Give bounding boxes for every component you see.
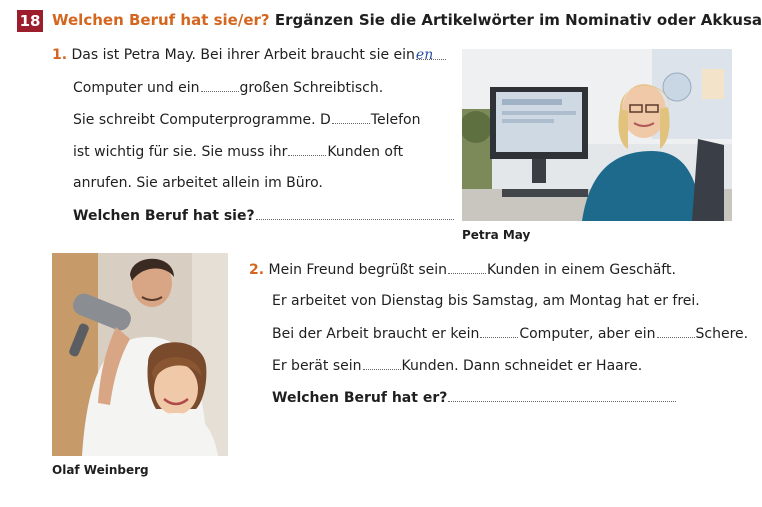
caption-olaf-weinberg: Olaf Weinberg bbox=[52, 463, 149, 477]
ex1-text-4b: Kunden oft bbox=[327, 144, 404, 160]
ex1-line-5: anrufen. Sie arbeitet allein im Büro. bbox=[73, 175, 323, 191]
ex1-blank-2[interactable] bbox=[200, 77, 239, 92]
ex2-line-3: Bei der Arbeit braucht er kein Computer, … bbox=[272, 323, 748, 344]
ex1-blank-1-answer: en bbox=[415, 47, 434, 63]
caption-petra-may: Petra May bbox=[462, 228, 531, 242]
ex2-blank-1[interactable] bbox=[448, 259, 487, 274]
ex2-answer-blank[interactable] bbox=[448, 387, 677, 402]
ex2-text-3b: Computer, aber ein bbox=[519, 326, 656, 342]
ex1-blank-4[interactable] bbox=[288, 141, 327, 156]
ex1-question: Welchen Beruf hat sie? bbox=[73, 208, 255, 224]
ex2-blank-4[interactable] bbox=[362, 355, 401, 370]
office-scene-illustration bbox=[462, 49, 732, 221]
photo-petra-may bbox=[462, 49, 732, 221]
ex1-text-2a: Computer und ein bbox=[73, 80, 200, 96]
ex2-line-4: Er berät sein Kunden. Dann schneidet er H… bbox=[272, 355, 642, 376]
ex2-text-3a: Bei der Arbeit braucht er kein bbox=[272, 326, 480, 342]
ex2-blank-3a[interactable] bbox=[480, 323, 519, 338]
ex2-line-question: Welchen Beruf hat er? bbox=[272, 387, 677, 408]
ex1-text-3b: Telefon bbox=[370, 112, 421, 128]
ex1-line-2: Computer und ein großen Schreibtisch. bbox=[73, 77, 383, 98]
ex2-number: 2. bbox=[249, 262, 265, 278]
exercise-title: Welchen Beruf hat sie/er? Ergänzen Sie d… bbox=[52, 11, 762, 29]
ex1-text-3a: Sie schreibt Computerprogramme. D bbox=[73, 112, 331, 128]
ex1-text-2b: großen Schreibtisch. bbox=[239, 80, 384, 96]
ex2-text-1a: Mein Freund begrüßt sein bbox=[268, 262, 448, 278]
title-question: Welchen Beruf hat sie/er? bbox=[52, 11, 270, 29]
ex1-line-3: Sie schreibt Computerprogramme. D Telefon bbox=[73, 109, 420, 130]
ex2-text-4b: Kunden. Dann schneidet er Haare. bbox=[401, 358, 643, 374]
title-instruction: Ergänzen Sie die Artikelwörter im Nomina… bbox=[274, 11, 762, 29]
photo-olaf-weinberg bbox=[52, 253, 228, 456]
ex2-line-2: Er arbeitet von Dienstag bis Samstag, am… bbox=[272, 293, 700, 309]
ex2-text-3c: Schere. bbox=[695, 326, 749, 342]
exercise-number-badge: 18 bbox=[17, 10, 43, 32]
ex1-blank-1[interactable]: en bbox=[415, 45, 446, 63]
ex2-question: Welchen Beruf hat er? bbox=[272, 390, 448, 406]
ex1-text-1: Das ist Petra May. Bei ihrer Arbeit brau… bbox=[71, 47, 415, 63]
ex2-text-1b: Kunden in einem Geschäft. bbox=[487, 262, 676, 278]
ex2-blank-3b[interactable] bbox=[656, 323, 695, 338]
ex1-line-4: ist wichtig für sie. Sie muss ihr Kunden … bbox=[73, 141, 403, 162]
ex1-line-1: 1. Das ist Petra May. Bei ihrer Arbeit b… bbox=[52, 45, 447, 65]
hairdresser-scene-illustration bbox=[52, 253, 228, 456]
ex2-line-1: 2. Mein Freund begrüßt sein Kunden in ein… bbox=[249, 259, 676, 280]
ex2-text-4a: Er berät sein bbox=[272, 358, 362, 374]
ex1-line-question: Welchen Beruf hat sie? bbox=[73, 205, 455, 226]
ex1-text-4a: ist wichtig für sie. Sie muss ihr bbox=[73, 144, 288, 160]
ex1-blank-3[interactable] bbox=[331, 109, 370, 124]
ex1-answer-blank[interactable] bbox=[255, 205, 454, 220]
ex1-number: 1. bbox=[52, 47, 68, 63]
